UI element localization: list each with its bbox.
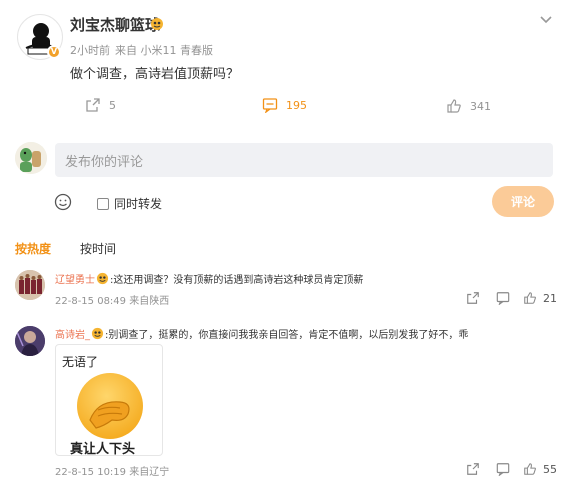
sticker-bottom-text: 真让人下头: [70, 442, 136, 456]
comment-sticker-image[interactable]: 无语了 真让人下头: [55, 344, 163, 456]
commenter-avatar[interactable]: [15, 270, 45, 300]
comment-line: 高诗岩_ :别调查了，挺累的，你直接问我我亲自回答，肯定不值啊，以后别发我了好不…: [55, 326, 468, 341]
repost-button[interactable]: 5: [85, 97, 116, 113]
my-avatar: [15, 142, 47, 174]
like-count: 341: [470, 99, 491, 113]
comment-input[interactable]: 发布你的评论: [55, 143, 553, 177]
comment-count: 195: [286, 98, 307, 112]
comment-location: 来自陕西: [129, 296, 170, 307]
comment-input-placeholder: 发布你的评论: [65, 154, 144, 170]
thumbs-up-icon: [523, 291, 537, 305]
also-repost-label: 同时转发: [114, 197, 163, 211]
comment-meta: 22-8-15 10:19 来自辽宁: [55, 463, 169, 478]
comment-text: :这还用调查？没有顶薪的话遇到高诗岩这种球员肯定顶薪: [110, 275, 364, 286]
chevron-down-icon[interactable]: [538, 11, 554, 27]
comment-icon[interactable]: [496, 462, 510, 478]
thumbs-up-icon: [523, 462, 537, 476]
comment-location: 来自辽宁: [129, 467, 170, 478]
repost-icon: [85, 97, 101, 113]
thumbs-up-icon: [446, 98, 462, 114]
comment-like-count: 21: [543, 291, 557, 305]
comment-icon[interactable]: [496, 291, 510, 307]
comment-like-button[interactable]: 55: [523, 462, 557, 476]
comment-like-button[interactable]: 21: [523, 291, 557, 305]
member-badge-icon: [150, 17, 164, 31]
also-repost-checkbox[interactable]: 同时转发: [97, 195, 162, 212]
like-button[interactable]: 341: [446, 98, 491, 114]
verified-badge: V: [47, 45, 61, 59]
comment-icon: [262, 97, 278, 113]
facepalm-emoji-icon: [68, 370, 152, 444]
sticker-top-text: 无语了: [62, 355, 99, 369]
post-source: 来自 小米11 青春版: [115, 44, 213, 57]
tab-sort-hot[interactable]: 按热度: [15, 240, 51, 257]
comment-text: :别调查了，挺累的，你直接问我我亲自回答，肯定不值啊，以后别发我了好不，乖: [105, 330, 469, 341]
submit-comment-button[interactable]: 评论: [492, 186, 554, 217]
comment-username[interactable]: 辽望勇士: [55, 271, 95, 286]
comment-like-count: 55: [543, 462, 557, 476]
emoji-icon[interactable]: [54, 193, 72, 211]
comment-username[interactable]: 高诗岩_: [55, 326, 90, 341]
comment-time: 22-8-15 10:19: [55, 467, 127, 478]
comment-time: 22-8-15 08:49: [55, 296, 127, 307]
post-text: 做个调查，高诗岩值顶薪吗？: [70, 67, 240, 82]
comment-line: 辽望勇士 :这还用调查？没有顶薪的话遇到高诗岩这种球员肯定顶薪: [55, 271, 363, 286]
post-time[interactable]: 2小时前: [70, 44, 110, 57]
checkbox-box[interactable]: [97, 197, 109, 210]
comment-button[interactable]: 195: [262, 97, 307, 113]
comment-meta: 22-8-15 08:49 来自陕西: [55, 292, 169, 307]
author-name[interactable]: 刘宝杰聊篮球: [70, 14, 160, 35]
repost-icon[interactable]: [466, 291, 480, 307]
repost-icon[interactable]: [466, 462, 480, 478]
member-badge-icon: [91, 327, 104, 340]
tab-sort-time[interactable]: 按时间: [80, 240, 116, 257]
repost-count: 5: [109, 98, 116, 112]
post-meta: 2小时前 来自 小米11 青春版: [70, 42, 218, 58]
member-badge-icon: [96, 272, 109, 285]
commenter-avatar[interactable]: [15, 326, 45, 356]
